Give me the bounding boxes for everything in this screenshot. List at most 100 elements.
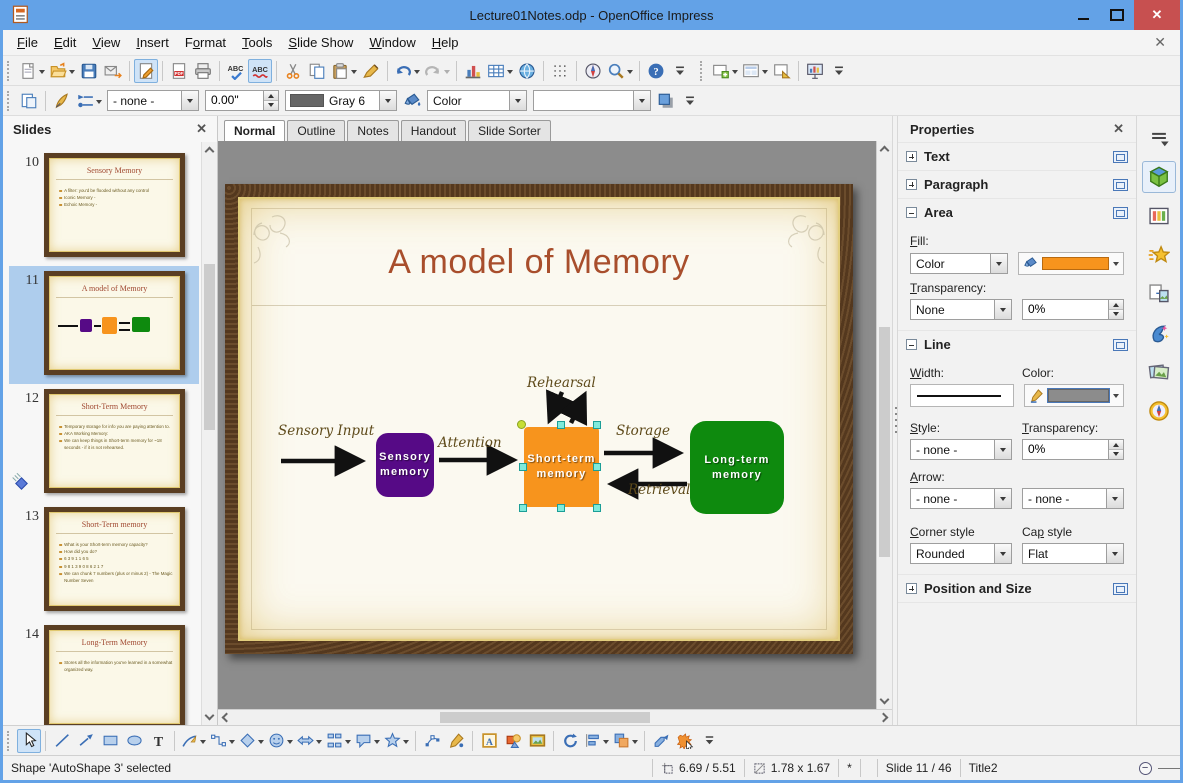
menu-window[interactable]: Window	[361, 31, 423, 54]
toolbar-grip[interactable]	[7, 60, 13, 81]
gallery-deck-icon[interactable]	[1142, 356, 1176, 388]
minimize-button[interactable]	[1066, 0, 1100, 30]
animation-indicator-icon[interactable]	[15, 477, 28, 490]
slide-thumbnail-10[interactable]: 10 Sensory Memory A filter: you'd be flood…	[9, 148, 199, 266]
menu-edit[interactable]: Edit	[46, 31, 84, 54]
selection-handle[interactable]	[593, 463, 601, 471]
slide-thumb-image[interactable]: Sensory Memory A filter: you'd be flooded…	[44, 153, 185, 257]
properties-deck-icon[interactable]	[1141, 161, 1176, 193]
expand-icon[interactable]	[906, 583, 917, 594]
slide-show-icon[interactable]	[803, 59, 827, 83]
menu-tools[interactable]: Tools	[234, 31, 280, 54]
slide-thumbnail-12[interactable]: 12 Short-Term Memory Temporary storage for…	[9, 384, 199, 502]
help-icon[interactable]: ?	[644, 59, 668, 83]
interaction-icon[interactable]	[673, 729, 697, 753]
chart-icon[interactable]	[461, 59, 485, 83]
arrow-style-icon[interactable]	[74, 89, 104, 113]
toolbar-overflow-icon[interactable]	[827, 59, 851, 83]
export-pdf-icon[interactable]: PDF	[167, 59, 191, 83]
section-paragraph[interactable]: Paragraph	[898, 170, 1136, 198]
dialog-launcher-icon[interactable]	[1113, 582, 1128, 595]
menu-slide-show[interactable]: Slide Show	[280, 31, 361, 54]
menu-insert[interactable]: Insert	[128, 31, 177, 54]
arrow-start-select[interactable]: - none -	[910, 488, 1012, 509]
line-style-combo[interactable]: - none -	[107, 90, 199, 111]
selection-handle[interactable]	[557, 421, 565, 429]
open-icon[interactable]	[47, 59, 77, 83]
menu-file[interactable]: File	[9, 31, 46, 54]
line-transparency-spinner[interactable]: 0%	[1022, 439, 1124, 460]
toolbar-overflow-icon[interactable]	[668, 59, 692, 83]
selection-handle[interactable]	[593, 421, 601, 429]
label-attention[interactable]: Attention	[438, 435, 502, 451]
master-pages-deck-icon[interactable]	[1142, 278, 1176, 310]
rotate-icon[interactable]	[558, 729, 582, 753]
expand-icon[interactable]	[906, 179, 917, 190]
transparency-type-select[interactable]: None	[910, 299, 1012, 320]
label-rehearsal[interactable]: Rehearsal	[527, 375, 596, 391]
short-term-memory-box[interactable]: Short-term memory	[524, 427, 599, 507]
section-text[interactable]: Text	[898, 142, 1136, 170]
quill-pen-icon[interactable]	[50, 89, 74, 113]
selection-handle[interactable]	[519, 504, 527, 512]
slides-panel-close-icon[interactable]: ✕	[196, 121, 207, 137]
adjust-handle[interactable]	[517, 420, 526, 429]
cap-style-select[interactable]: Flat	[1022, 543, 1124, 564]
scroll-up-icon[interactable]	[879, 145, 890, 156]
label-retrieval[interactable]: Retrieval	[628, 482, 690, 498]
ellipse-icon[interactable]	[122, 729, 146, 753]
line-icon[interactable]	[50, 729, 74, 753]
slide-transition-deck-icon[interactable]	[1142, 200, 1176, 232]
section-area[interactable]: Area	[898, 198, 1136, 226]
sidebar-menu-icon[interactable]	[1142, 122, 1176, 154]
menu-format[interactable]: Format	[177, 31, 234, 54]
new-document-icon[interactable]	[17, 59, 47, 83]
gallery-frame-icon[interactable]	[525, 729, 549, 753]
styles-window-icon[interactable]	[17, 89, 41, 113]
undo-icon[interactable]	[392, 59, 422, 83]
slide-thumb-image[interactable]: Short-Term memory What is your Short-term…	[44, 507, 185, 611]
collapse-icon[interactable]	[906, 207, 917, 218]
slide-thumbnail-11[interactable]: 11 A model of Memory	[9, 266, 199, 384]
fill-value-combo[interactable]	[533, 90, 651, 111]
toolbar-overflow-icon[interactable]	[678, 89, 702, 113]
zoom-icon[interactable]	[605, 59, 635, 83]
slide-thumbnail-14[interactable]: 14 Long-Term Memory Stores all the informa…	[9, 620, 199, 725]
menu-view[interactable]: View	[84, 31, 128, 54]
clone-formatting-icon[interactable]	[359, 59, 383, 83]
hyperlink-icon[interactable]	[515, 59, 539, 83]
save-icon[interactable]	[77, 59, 101, 83]
corner-style-select[interactable]: Rounded	[910, 543, 1012, 564]
scroll-down-icon[interactable]	[204, 710, 215, 721]
close-button[interactable]	[1134, 0, 1180, 30]
tab-normal[interactable]: Normal	[224, 120, 286, 142]
scroll-left-icon[interactable]	[221, 712, 232, 723]
arrange-icon[interactable]	[611, 729, 640, 753]
fill-type-select[interactable]: Color	[910, 253, 1008, 274]
properties-close-icon[interactable]: ✕	[1113, 121, 1124, 137]
print-icon[interactable]	[191, 59, 215, 83]
tab-handout[interactable]: Handout	[400, 120, 467, 141]
scrollbar-thumb[interactable]	[440, 712, 650, 723]
vertical-scrollbar[interactable]	[876, 141, 892, 709]
dialog-launcher-icon[interactable]	[1113, 178, 1128, 191]
scroll-down-icon[interactable]	[879, 694, 890, 705]
auto-spellcheck-icon[interactable]: ABC	[248, 58, 272, 83]
menu-help[interactable]: Help	[424, 31, 467, 54]
paste-icon[interactable]	[329, 59, 359, 83]
line-width-dropdown[interactable]	[910, 384, 1014, 407]
toolbar-grip[interactable]	[7, 730, 13, 751]
fill-color-dropdown[interactable]	[1018, 252, 1124, 275]
effects-deck-icon[interactable]	[1142, 317, 1176, 349]
slides-scrollbar[interactable]	[201, 142, 217, 725]
selection-handle[interactable]	[519, 463, 527, 471]
glue-points-icon[interactable]	[444, 729, 468, 753]
selection-handle[interactable]	[593, 504, 601, 512]
arrow-icon[interactable]	[74, 729, 98, 753]
dialog-launcher-icon[interactable]	[1113, 150, 1128, 163]
close-document-icon[interactable]: ✕	[1146, 34, 1174, 51]
horizontal-scrollbar[interactable]	[218, 709, 892, 725]
line-style-select[interactable]: - none -	[910, 439, 1012, 460]
slide-thumbnail-13[interactable]: 13 Short-Term memory What is your Short-te…	[9, 502, 199, 620]
dialog-launcher-icon[interactable]	[1113, 338, 1128, 351]
